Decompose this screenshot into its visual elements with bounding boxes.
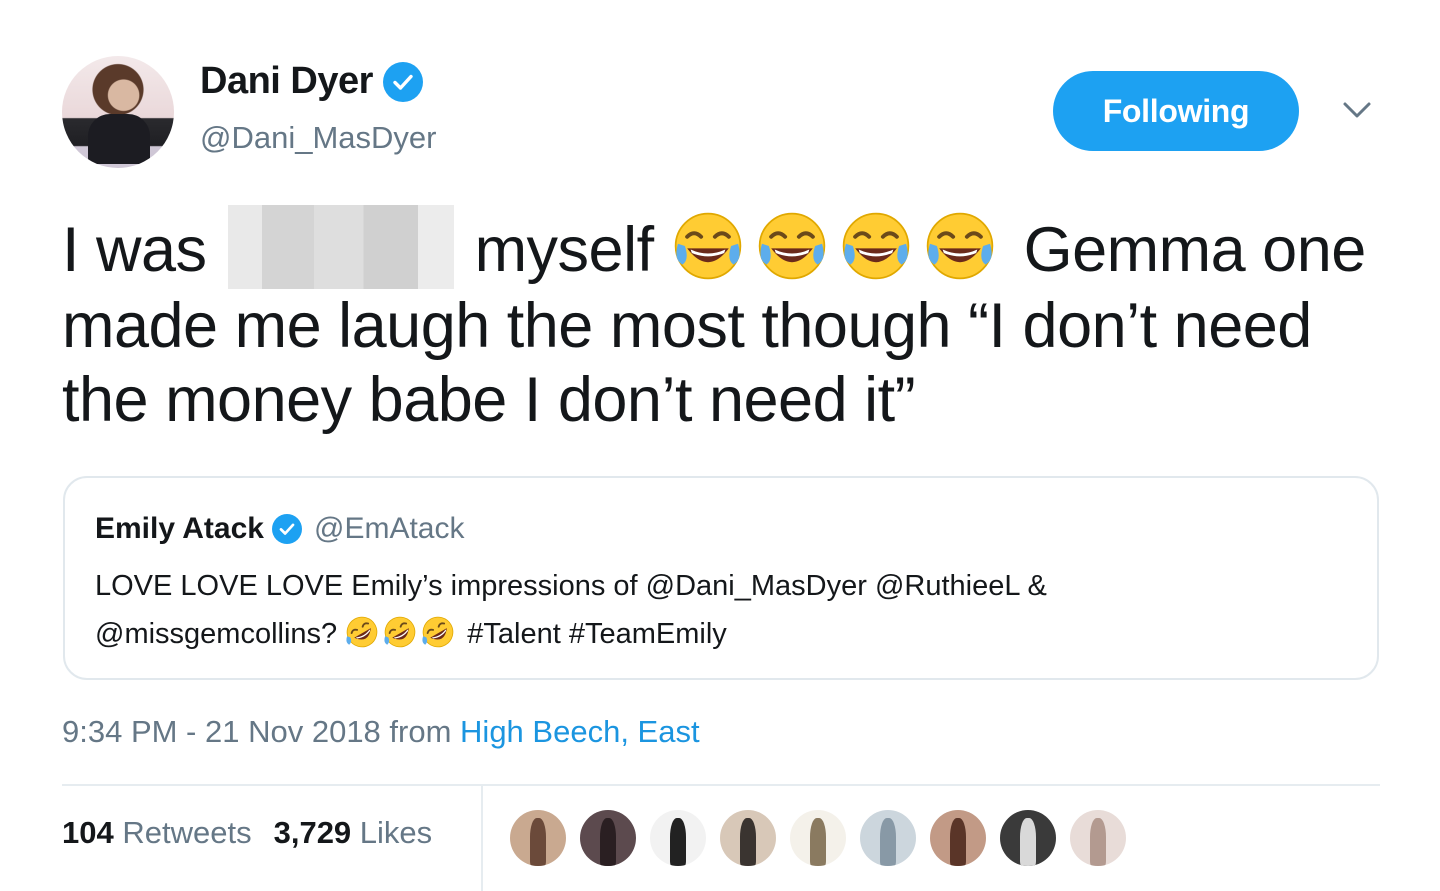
censored-word (227, 205, 454, 289)
likes-count: 3,729 (273, 815, 352, 850)
liker-avatar-1[interactable] (510, 810, 566, 866)
tweet-text: I was myself Gemma one made me laugh the… (62, 205, 1392, 437)
liker-avatar-3[interactable] (650, 810, 706, 866)
face-with-tears-of-joy-icon (842, 212, 909, 280)
liker-figure (1089, 818, 1107, 866)
quoted-emoji-group (345, 616, 459, 650)
liker-figure (1019, 818, 1037, 866)
tweet-timestamp[interactable]: 9:34 PM - 21 Nov 2018 (62, 714, 381, 749)
avatar-figure (88, 114, 150, 164)
tweet-stats: 104 Retweets 3,729 Likes (62, 815, 432, 851)
quoted-display-name: Emily Atack (95, 512, 264, 545)
liker-avatar-6[interactable] (860, 810, 916, 866)
author-name-row: Dani Dyer (200, 60, 423, 103)
face-with-tears-of-joy-icon (926, 212, 993, 280)
liker-figure (949, 818, 967, 866)
tweet-meta: 9:34 PM - 21 Nov 2018 from High Beech, E… (62, 714, 700, 750)
face-with-tears-of-joy-icon (758, 212, 825, 280)
liker-avatar-5[interactable] (790, 810, 846, 866)
chevron-down-icon[interactable] (1340, 98, 1374, 122)
retweets-label: Retweets (122, 815, 252, 850)
face-with-tears-of-joy-icon (674, 212, 741, 280)
rolling-on-floor-laughing-icon (346, 616, 378, 648)
quoted-handle: @EmAtack (313, 512, 465, 545)
liker-figure (599, 818, 617, 866)
liker-figure (529, 818, 547, 866)
rolling-on-floor-laughing-icon (384, 616, 416, 648)
liker-avatar-9[interactable] (1070, 810, 1126, 866)
tweet-text-part1: I was (62, 215, 207, 285)
quoted-text-line2: @missgemcollins? #Talent #TeamEmily (95, 610, 1335, 658)
retweets-stat[interactable]: 104 Retweets (62, 815, 252, 851)
stats-vertical-divider (481, 786, 483, 891)
liker-figure (879, 818, 897, 866)
liker-figure (669, 818, 687, 866)
quoted-text-line1: LOVE LOVE LOVE Emily’s impressions of @D… (95, 570, 1047, 602)
liker-avatar-2[interactable] (580, 810, 636, 866)
likes-label: Likes (359, 815, 433, 850)
quoted-tweet-card[interactable]: Emily Atack @EmAtack LOVE LOVE LOVE Emil… (63, 476, 1379, 680)
tweet-location-link[interactable]: High Beech, East (460, 714, 700, 749)
tweet-text-part2: myself (474, 215, 655, 285)
liker-avatars (510, 810, 1126, 866)
liker-avatar-7[interactable] (930, 810, 986, 866)
liker-avatar-8[interactable] (1000, 810, 1056, 866)
liker-avatar-4[interactable] (720, 810, 776, 866)
rolling-on-floor-laughing-icon (422, 616, 454, 648)
stats-divider (62, 784, 1380, 786)
quoted-tweet-text: LOVE LOVE LOVE Emily’s impressions of @D… (95, 562, 1335, 658)
verified-badge-icon (382, 61, 423, 102)
liker-figure (809, 818, 827, 866)
quoted-tweet-header: Emily Atack @EmAtack (95, 512, 464, 546)
author-handle[interactable]: @Dani_MasDyer (200, 120, 436, 156)
liker-figure (739, 818, 757, 866)
author-display-name[interactable]: Dani Dyer (200, 60, 373, 103)
from-label: from (389, 714, 452, 749)
quoted-text-hashtags: #Talent #TeamEmily (467, 618, 727, 650)
likes-stat[interactable]: 3,729 Likes (274, 815, 433, 851)
retweets-count: 104 (62, 815, 114, 850)
author-avatar[interactable] (62, 56, 174, 168)
quoted-verified-badge-icon (271, 514, 302, 544)
tweet-emoji-group (671, 212, 1007, 285)
following-button[interactable]: Following (1053, 71, 1299, 151)
quoted-text-mention: @missgemcollins? (95, 618, 338, 650)
